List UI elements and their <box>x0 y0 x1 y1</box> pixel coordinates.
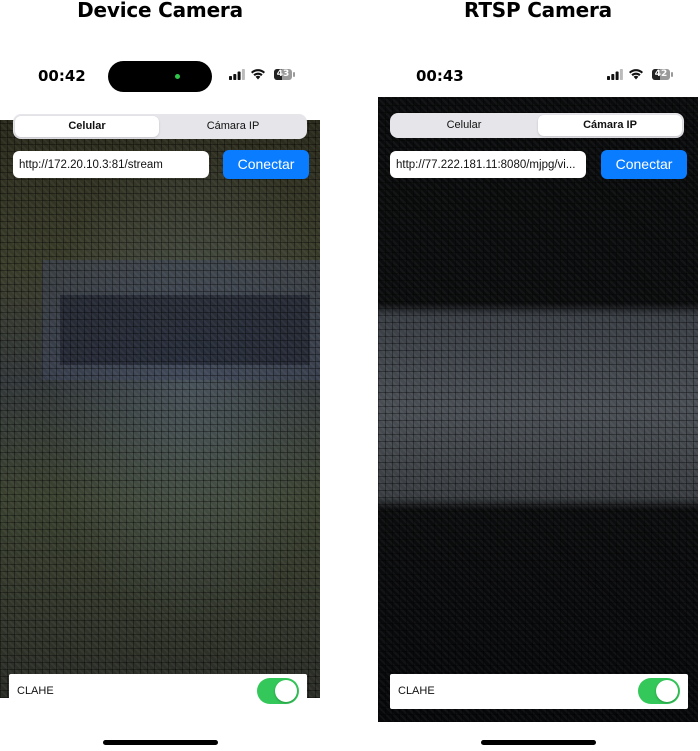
wifi-icon <box>251 69 265 80</box>
mosaic-overlay <box>0 120 320 698</box>
stream-url-input[interactable] <box>13 151 209 178</box>
dynamic-island <box>108 61 212 92</box>
segment-camara-ip[interactable]: Cámara IP <box>538 115 682 136</box>
panel-caption: Device Camera <box>77 0 243 22</box>
status-time: 00:43 <box>416 67 464 85</box>
clahe-row: CLAHE <box>390 674 688 709</box>
stream-url-input[interactable] <box>390 151 586 178</box>
rtsp-camera-panel: RTSP Camera 00:43 42 Celular Cámara IP C… <box>360 0 700 751</box>
panel-caption: RTSP Camera <box>464 0 612 22</box>
signal-icon <box>607 69 623 80</box>
home-indicator[interactable] <box>481 740 596 745</box>
camera-feed <box>378 97 698 722</box>
wifi-icon <box>629 69 643 80</box>
battery-percent: 42 <box>654 69 668 79</box>
mosaic-overlay <box>378 97 698 722</box>
clahe-label: CLAHE <box>398 685 435 697</box>
connect-button[interactable]: Conectar <box>601 150 687 179</box>
device-camera-panel: Device Camera 00:42 43 Celular Cámara IP… <box>0 0 340 751</box>
connect-button[interactable]: Conectar <box>223 150 309 179</box>
signal-icon <box>229 69 245 80</box>
toggle-knob <box>275 680 297 702</box>
source-segmented-control: Celular Cámara IP <box>390 113 684 138</box>
clahe-label: CLAHE <box>17 685 54 697</box>
segment-celular[interactable]: Celular <box>392 115 536 136</box>
camera-indicator-icon <box>175 74 180 79</box>
clahe-row: CLAHE <box>9 674 307 709</box>
segment-camara-ip[interactable]: Cámara IP <box>161 116 305 137</box>
battery-icon: 43 <box>274 69 295 80</box>
home-indicator[interactable] <box>103 740 218 745</box>
segment-celular[interactable]: Celular <box>15 116 159 137</box>
camera-feed <box>0 120 320 698</box>
toggle-knob <box>656 680 678 702</box>
clahe-toggle[interactable] <box>638 678 680 704</box>
battery-percent: 43 <box>276 69 290 79</box>
source-segmented-control: Celular Cámara IP <box>13 114 307 139</box>
battery-icon: 42 <box>652 69 673 80</box>
status-time: 00:42 <box>38 67 86 85</box>
clahe-toggle[interactable] <box>257 678 299 704</box>
